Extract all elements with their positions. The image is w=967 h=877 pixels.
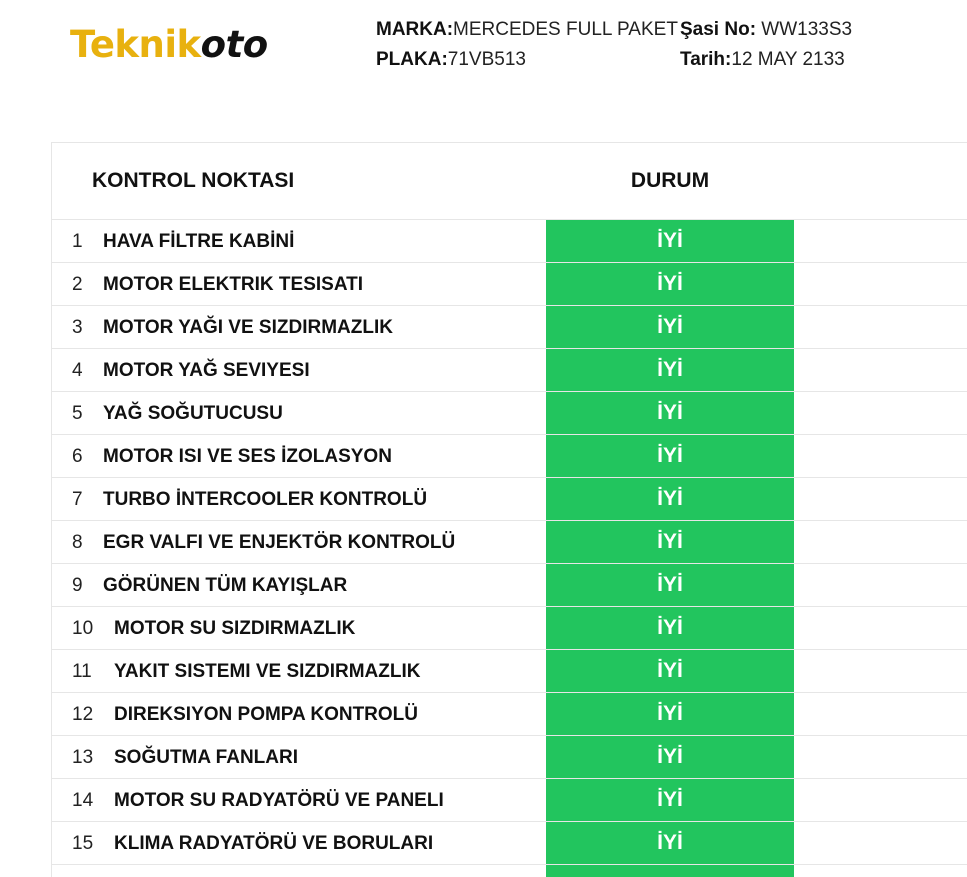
table-row-partial (52, 865, 967, 877)
table-row: 12 DIREKSIYON POMPA KONTROLÜ İYİ (52, 693, 967, 736)
row-number: 15 (72, 833, 94, 854)
vehicle-info-right: Şasi No: WW133S3 Tarih:12 MAY 2133 (680, 15, 852, 75)
table-body: 1 HAVA FİLTRE KABİNİ İYİ 2 MOTOR ELEKTRIK TE… (52, 220, 967, 865)
control-point-name: HAVA FİLTRE KABİNİ (103, 231, 295, 252)
status-badge: İYİ (546, 693, 794, 735)
row-number: 6 (72, 446, 83, 467)
row-number: 2 (72, 274, 83, 295)
row-number: 10 (72, 618, 94, 639)
control-point-name: MOTOR ELEKTRIK TESISATI (103, 274, 364, 295)
control-point-name: TURBO İNTERCOOLER KONTROLÜ (103, 489, 428, 510)
status-badge: İYİ (546, 736, 794, 778)
sasi-label: Şasi No: (680, 19, 757, 40)
control-point-name: MOTOR SU RADYATÖRÜ VE PANELI (114, 790, 444, 811)
control-point-name: MOTOR SU SIZDIRMAZLIK (114, 618, 356, 639)
table-row: 7 TURBO İNTERCOOLER KONTROLÜ İYİ (52, 478, 967, 521)
table-row: 6 MOTOR ISI VE SES İZOLASYON İYİ (52, 435, 967, 478)
status-badge: İYİ (546, 392, 794, 434)
table-row: 11 YAKIT SISTEMI VE SIZDIRMAZLIK İYİ (52, 650, 967, 693)
tarih-value: 12 MAY 2133 (731, 49, 845, 70)
brand-logo-part1: Teknik (70, 23, 201, 66)
status-badge: İYİ (546, 435, 794, 477)
control-point-name: MOTOR ISI VE SES İZOLASYON (103, 446, 392, 467)
row-number: 13 (72, 747, 94, 768)
table-row: 4 MOTOR YAĞ SEVIYESI İYİ (52, 349, 967, 392)
control-point-name: EGR VALFI VE ENJEKTÖR KONTROLÜ (103, 532, 456, 553)
status-badge: İYİ (546, 306, 794, 348)
control-point-name: MOTOR YAĞI VE SIZDIRMAZLIK (103, 317, 393, 338)
row-number: 12 (72, 704, 94, 725)
row-number: 14 (72, 790, 94, 811)
vehicle-info-left: MARKA:MERCEDES FULL PAKET PLAKA:71VB513 (376, 15, 678, 75)
table-row: 14 MOTOR SU RADYATÖRÜ VE PANELI İYİ (52, 779, 967, 822)
control-point-name: YAKIT SISTEMI VE SIZDIRMAZLIK (114, 661, 421, 682)
status-badge: İYİ (546, 521, 794, 563)
control-point-name: SOĞUTMA FANLARI (114, 747, 299, 768)
status-badge: İYİ (546, 779, 794, 821)
table-row: 2 MOTOR ELEKTRIK TESISATI İYİ (52, 263, 967, 306)
status-badge: İYİ (546, 822, 794, 864)
table-row: 8 EGR VALFI VE ENJEKTÖR KONTROLÜ İYİ (52, 521, 967, 564)
marka-label: MARKA: (376, 19, 454, 40)
row-number: 1 (72, 231, 83, 252)
brand-logo-part2: oto (200, 23, 269, 66)
plaka-value: 71VB513 (447, 49, 526, 70)
row-number: 7 (72, 489, 83, 510)
status-badge: İYİ (546, 263, 794, 305)
column-header-kontrol: KONTROL NOKTASI (92, 169, 295, 192)
tarih-label: Tarih: (680, 49, 732, 70)
marka-line: MARKA:MERCEDES FULL PAKET (376, 15, 678, 45)
control-point-name: DIREKSIYON POMPA KONTROLÜ (114, 704, 419, 725)
table-row: 10 MOTOR SU SIZDIRMAZLIK İYİ (52, 607, 967, 650)
control-point-name: YAĞ SOĞUTUCUSU (103, 403, 283, 424)
table-row: 3 MOTOR YAĞI VE SIZDIRMAZLIK İYİ (52, 306, 967, 349)
status-badge: İYİ (546, 478, 794, 520)
row-number: 3 (72, 317, 83, 338)
control-point-name: MOTOR YAĞ SEVIYESI (103, 360, 310, 381)
status-badge (546, 865, 794, 877)
sasi-line: Şasi No: WW133S3 (680, 15, 852, 45)
sasi-value: WW133S3 (756, 19, 853, 40)
table-header: KONTROL NOKTASI DURUM (52, 143, 967, 220)
column-header-durum: DURUM (630, 169, 710, 192)
table-row: 15 KLIMA RADYATÖRÜ VE BORULARI İYİ (52, 822, 967, 865)
brand-logo: Teknikoto (70, 20, 268, 70)
table-row: 13 SOĞUTMA FANLARI İYİ (52, 736, 967, 779)
control-point-name: GÖRÜNEN TÜM KAYIŞLAR (103, 575, 348, 596)
row-number: 8 (72, 532, 83, 553)
tarih-line: Tarih:12 MAY 2133 (680, 45, 852, 75)
row-number: 11 (72, 661, 92, 682)
table-row: 9 GÖRÜNEN TÜM KAYIŞLAR İYİ (52, 564, 967, 607)
status-badge: İYİ (546, 650, 794, 692)
row-number: 4 (72, 360, 83, 381)
plaka-line: PLAKA:71VB513 (376, 45, 678, 75)
row-number: 9 (72, 575, 83, 596)
control-point-name: KLIMA RADYATÖRÜ VE BORULARI (114, 833, 434, 854)
table-row: 5 YAĞ SOĞUTUCUSU İYİ (52, 392, 967, 435)
table-row: 1 HAVA FİLTRE KABİNİ İYİ (52, 220, 967, 263)
marka-value: MERCEDES FULL PAKET (453, 19, 678, 40)
status-badge: İYİ (546, 349, 794, 391)
plaka-label: PLAKA: (376, 49, 448, 70)
row-number: 5 (72, 403, 83, 424)
status-badge: İYİ (546, 607, 794, 649)
inspection-table: KONTROL NOKTASI DURUM 1 HAVA FİLTRE KABİN… (51, 142, 967, 877)
status-badge: İYİ (546, 564, 794, 606)
status-badge: İYİ (546, 220, 794, 262)
